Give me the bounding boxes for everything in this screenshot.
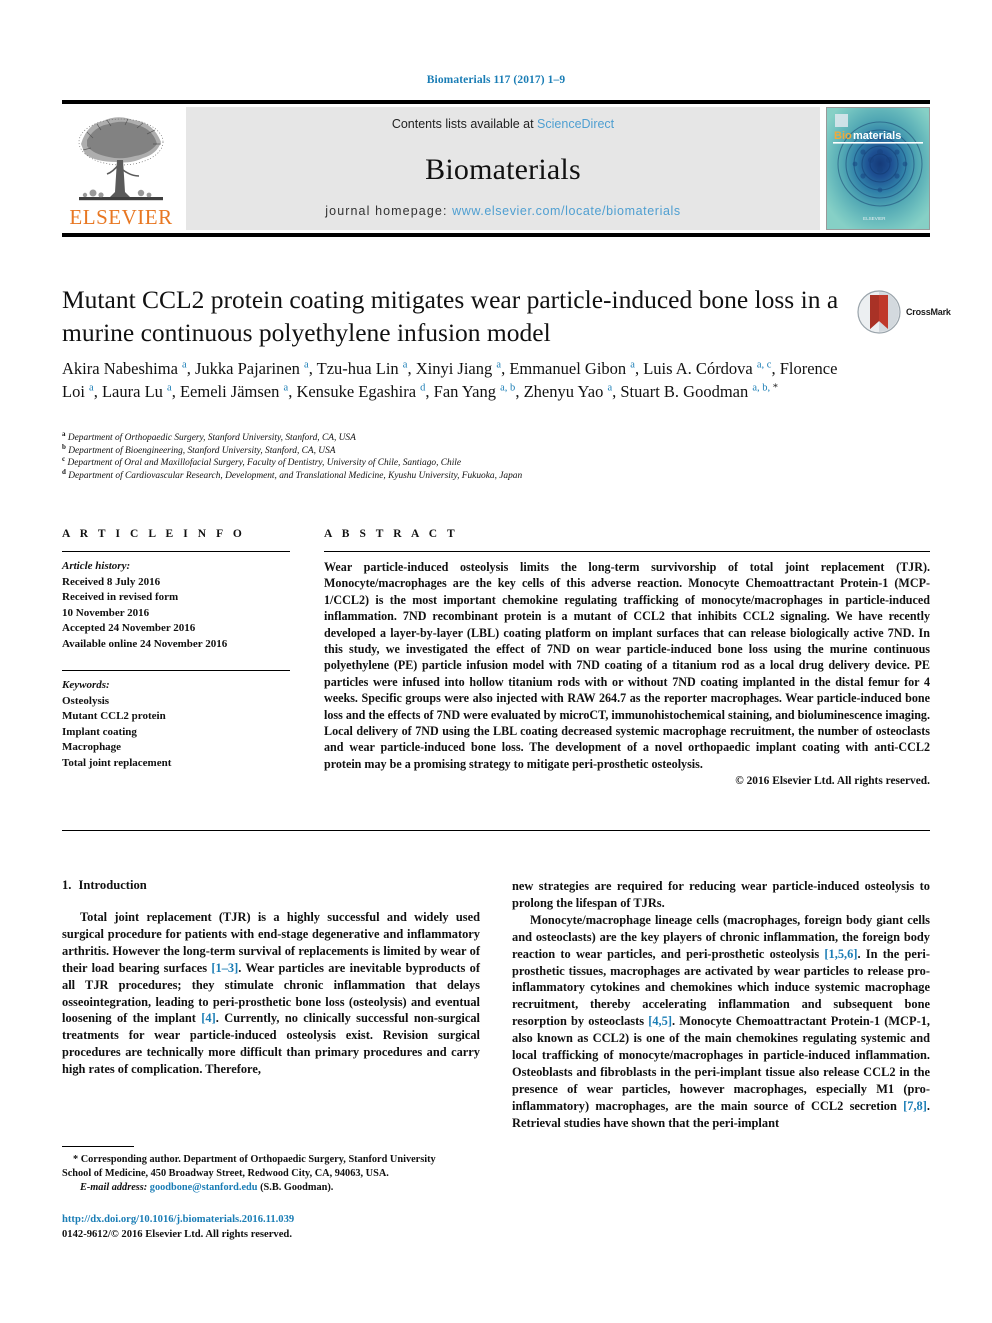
affiliation-marker: c bbox=[62, 455, 66, 464]
journal-homepage-link[interactable]: www.elsevier.com/locate/biomaterials bbox=[452, 204, 681, 218]
elsevier-wordmark: ELSEVIER bbox=[69, 205, 173, 229]
footnote-line-2: School of Medicine, 450 Broadway Street,… bbox=[62, 1167, 389, 1179]
keyword-item: Osteolysis bbox=[62, 694, 110, 707]
section-heading-introduction: 1. Introduction bbox=[62, 878, 480, 893]
crossmark-badge[interactable]: CrossMark bbox=[856, 288, 952, 336]
header-rule-bottom bbox=[62, 233, 930, 237]
doi-link[interactable]: http://dx.doi.org/10.1016/j.biomaterials… bbox=[62, 1213, 492, 1228]
article-history-line: Received 8 July 2016 bbox=[62, 575, 161, 588]
email-link[interactable]: goodbone@stanford.edu bbox=[150, 1182, 258, 1193]
journal-homepage-line: journal homepage: www.elsevier.com/locat… bbox=[325, 204, 680, 218]
intro-paragraph-right-1: new strategies are required for reducing… bbox=[512, 879, 930, 910]
article-history-line: 10 November 2016 bbox=[62, 606, 150, 619]
svg-text:Bio: Bio bbox=[834, 130, 852, 142]
affiliation-marker: d bbox=[62, 467, 66, 476]
affiliation-text: Department of Bioengineering, Stanford U… bbox=[68, 445, 336, 456]
article-info-heading: A R T I C L E I N F O bbox=[62, 528, 246, 540]
body-column-right: new strategies are required for reducing… bbox=[512, 878, 930, 1132]
intro-paragraph-left: Total joint replacement (TJR) is a highl… bbox=[62, 910, 480, 1077]
svg-text:ELSEVIER: ELSEVIER bbox=[863, 216, 886, 221]
journal-cover-thumbnail: Bio materials ELSEVIER bbox=[826, 107, 930, 230]
body-column-left: 1. Introduction Total joint replacement (… bbox=[62, 878, 480, 1132]
affiliation-text: Department of Orthopaedic Surgery, Stanf… bbox=[67, 433, 356, 443]
affiliation-marker: a bbox=[62, 429, 66, 438]
author-list: Akira Nabeshima a, Jukka Pajarinen a, Tz… bbox=[62, 359, 838, 401]
keywords-rule bbox=[62, 670, 290, 671]
footnote-line-1: * Corresponding author. Department of Or… bbox=[73, 1154, 436, 1165]
journal-title: Biomaterials bbox=[425, 152, 581, 186]
header-rule-top bbox=[62, 100, 930, 104]
crossmark-label: CrossMark bbox=[906, 307, 951, 317]
affiliation-item: a Department of Orthopaedic Surgery, Sta… bbox=[62, 429, 922, 445]
footnote-email-line: E-mail address: goodbone@stanford.edu (S… bbox=[62, 1181, 482, 1195]
section-title: Introduction bbox=[78, 878, 147, 892]
keyword-item: Implant coating bbox=[62, 725, 137, 738]
cover-artwork-icon: Bio materials ELSEVIER bbox=[827, 108, 929, 229]
journal-header-band: Contents lists available at ScienceDirec… bbox=[186, 107, 820, 230]
elsevier-tree-icon bbox=[78, 117, 164, 201]
affiliation-item: c Department of Oral and Maxillofacial S… bbox=[62, 455, 922, 470]
contents-lists-line: Contents lists available at ScienceDirec… bbox=[392, 117, 614, 131]
crossmark-icon bbox=[857, 290, 901, 334]
keyword-item: Macrophage bbox=[62, 741, 122, 753]
corresponding-author-footnote: * Corresponding author. Department of Or… bbox=[62, 1146, 482, 1194]
body-columns: 1. Introduction Total joint replacement (… bbox=[62, 878, 930, 1132]
abstract-text: Wear particle-induced osteolysis limits … bbox=[324, 560, 930, 771]
article-info-column: A R T I C L E I N F O Article history: R… bbox=[62, 528, 324, 787]
abstract-column: A B S T R A C T Wear particle-induced os… bbox=[324, 528, 930, 787]
affiliation-list: a Department of Orthopaedic Surgery, Sta… bbox=[62, 429, 922, 483]
issn-copyright-line: 0142-9612/© 2016 Elsevier Ltd. All right… bbox=[62, 1228, 292, 1240]
homepage-prefix: journal homepage: bbox=[325, 204, 453, 218]
affiliation-item: d Department of Cardiovascular Research,… bbox=[62, 467, 922, 483]
abstract-rule bbox=[324, 551, 930, 552]
article-history-line: Accepted 24 November 2016 bbox=[62, 622, 196, 634]
affiliation-item: b Department of Bioengineering, Stanford… bbox=[62, 442, 922, 458]
keyword-item: Total joint replacement bbox=[62, 756, 172, 769]
intro-paragraph-right-2: Monocyte/macrophage lineage cells (macro… bbox=[512, 912, 930, 1130]
abstract-heading: A B S T R A C T bbox=[324, 528, 459, 540]
article-history-label: Article history: bbox=[62, 560, 131, 572]
email-label: E-mail address: bbox=[80, 1181, 148, 1193]
page-title: Mutant CCL2 protein coating mitigates we… bbox=[62, 285, 839, 347]
contents-prefix: Contents lists available at bbox=[391, 117, 538, 131]
journal-header: ELSEVIER Contents lists available at Sci… bbox=[62, 100, 930, 237]
email-attribution: (S.B. Goodman). bbox=[260, 1181, 334, 1193]
svg-text:materials: materials bbox=[853, 130, 901, 142]
paper-page: Biomaterials 117 (2017) 1–9 ELSEVIER Con… bbox=[0, 0, 992, 1323]
keywords-label: Keywords: bbox=[62, 679, 110, 691]
elsevier-logo: ELSEVIER bbox=[62, 107, 180, 230]
title-block: Mutant CCL2 protein coating mitigates we… bbox=[62, 283, 852, 349]
keyword-item: Mutant CCL2 protein bbox=[62, 710, 166, 722]
section-number: 1. bbox=[62, 878, 72, 892]
article-info-rule bbox=[62, 551, 290, 552]
affiliation-text: Department of Oral and Maxillofacial Sur… bbox=[67, 458, 462, 469]
article-history-line: Received in revised form bbox=[62, 591, 179, 603]
sciencedirect-link[interactable]: ScienceDirect bbox=[537, 117, 614, 131]
affiliation-marker: b bbox=[62, 442, 66, 451]
affiliation-text: Department of Cardiovascular Research, D… bbox=[68, 470, 523, 481]
abstract-copyright: © 2016 Elsevier Ltd. All rights reserved… bbox=[735, 775, 930, 788]
doi-footer: http://dx.doi.org/10.1016/j.biomaterials… bbox=[62, 1213, 492, 1242]
abstract-bottom-rule bbox=[62, 830, 930, 831]
article-history-line: Available online 24 November 2016 bbox=[62, 637, 228, 650]
footnote-rule bbox=[62, 1146, 134, 1147]
info-abstract-region: A R T I C L E I N F O Article history: R… bbox=[62, 528, 930, 787]
running-head: Biomaterials 117 (2017) 1–9 bbox=[426, 74, 566, 86]
